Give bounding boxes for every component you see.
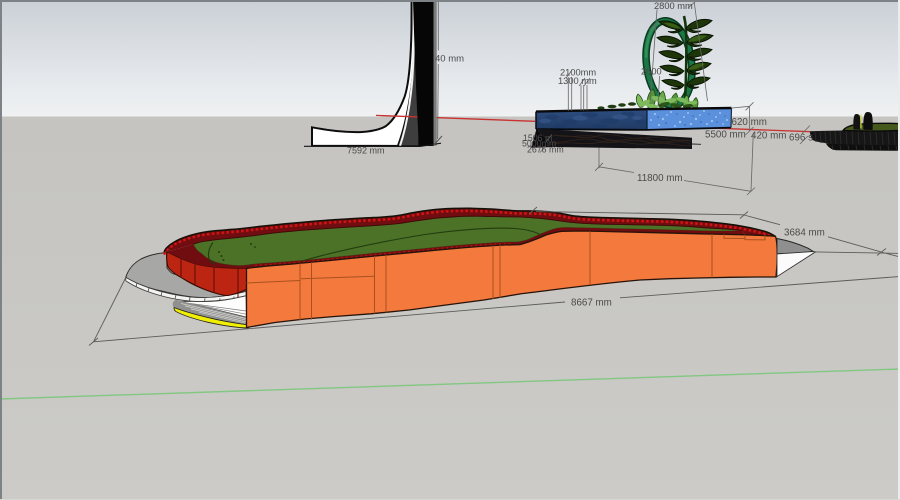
svg-text:8667 mm: 8667 mm (571, 298, 612, 309)
svg-text:2676 mm: 2676 mm (527, 144, 564, 154)
svg-text:11800 mm: 11800 mm (637, 173, 683, 184)
svg-text:5500 mm: 5500 mm (705, 130, 746, 141)
svg-text:7592 mm: 7592 mm (347, 146, 385, 156)
svg-text:3684 mm: 3684 mm (784, 228, 825, 239)
svg-text:2600: 2600 (641, 67, 662, 77)
svg-text:40 mm: 40 mm (435, 54, 464, 65)
svg-text:696 s: 696 s (789, 133, 813, 144)
svg-text:620 mm: 620 mm (732, 117, 767, 128)
svg-text:1300 mm: 1300 mm (558, 76, 597, 86)
svg-text:2800 mm: 2800 mm (654, 1, 693, 11)
svg-text:420 mm: 420 mm (751, 130, 786, 141)
